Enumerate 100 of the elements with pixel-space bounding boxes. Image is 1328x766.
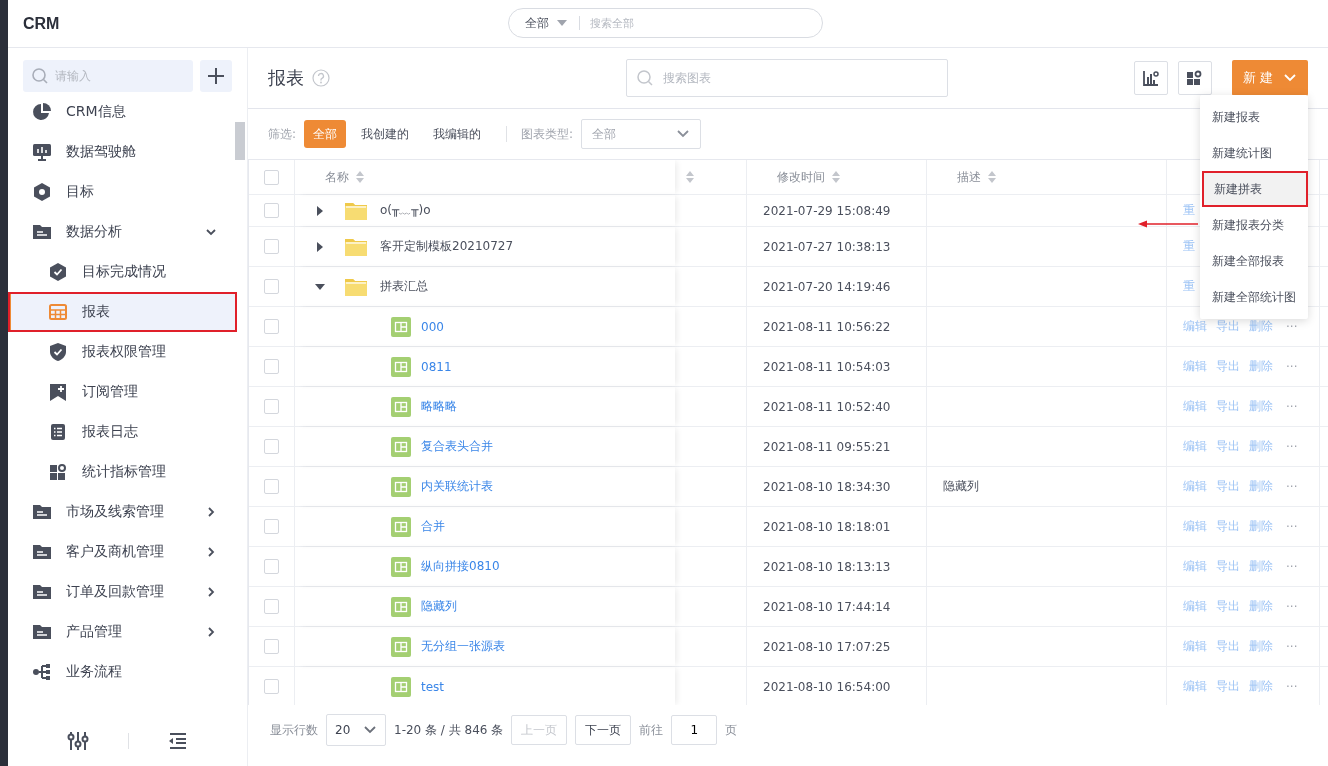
- more-actions[interactable]: ···: [1286, 439, 1298, 454]
- more-actions[interactable]: ···: [1286, 639, 1298, 654]
- action-link[interactable]: 编辑: [1183, 438, 1207, 455]
- nav-item[interactable]: 报表权限管理: [8, 332, 247, 372]
- nav-item[interactable]: 统计指标管理: [8, 452, 247, 492]
- filter-tab[interactable]: 我创建的: [352, 120, 419, 148]
- more-actions[interactable]: ···: [1286, 479, 1298, 494]
- nav-item[interactable]: CRM信息: [8, 92, 247, 132]
- filter-tab[interactable]: 我编辑的: [424, 120, 491, 148]
- page-input[interactable]: 1: [671, 715, 718, 745]
- nav-item[interactable]: 业务流程: [8, 652, 247, 692]
- action-link[interactable]: 删除: [1249, 318, 1273, 335]
- next-page-button[interactable]: 下一页: [575, 715, 632, 745]
- menu-item[interactable]: 新建全部报表: [1200, 243, 1308, 279]
- report-link[interactable]: 复合表头合并: [421, 438, 493, 455]
- nav-item[interactable]: 目标: [8, 172, 247, 212]
- action-link[interactable]: 删除: [1249, 438, 1273, 455]
- report-link[interactable]: 000: [421, 319, 444, 334]
- nav-item[interactable]: 产品管理: [8, 612, 247, 652]
- nav-item[interactable]: 数据驾驶舱: [8, 132, 247, 172]
- action-link[interactable]: 编辑: [1183, 358, 1207, 375]
- action-link[interactable]: 删除: [1249, 518, 1273, 535]
- action-link[interactable]: 编辑: [1183, 318, 1207, 335]
- column-header[interactable]: 名称: [325, 168, 349, 186]
- chart-settings-button[interactable]: [1134, 61, 1168, 95]
- nav-item[interactable]: 订阅管理: [8, 372, 247, 412]
- action-link[interactable]: 导出: [1216, 318, 1240, 335]
- action-link[interactable]: 导出: [1216, 558, 1240, 575]
- sort-icon[interactable]: [831, 170, 841, 184]
- scope-dropdown[interactable]: 全部: [525, 14, 567, 32]
- row-checkbox[interactable]: [264, 203, 279, 218]
- action-link[interactable]: 导出: [1216, 358, 1240, 375]
- action-link[interactable]: 删除: [1249, 478, 1273, 495]
- sort-icon[interactable]: [685, 170, 695, 184]
- action-link[interactable]: 重: [1183, 278, 1195, 295]
- nav-item[interactable]: 报表: [8, 292, 237, 332]
- more-actions[interactable]: ···: [1286, 679, 1298, 694]
- caret-right-icon[interactable]: [315, 205, 325, 216]
- report-link[interactable]: 内关联统计表: [421, 478, 493, 495]
- action-link[interactable]: 删除: [1249, 638, 1273, 655]
- action-link[interactable]: 导出: [1216, 678, 1240, 695]
- action-link[interactable]: 编辑: [1183, 678, 1207, 695]
- nav-item[interactable]: 报表日志: [8, 412, 247, 452]
- report-link[interactable]: 无分组一张源表: [421, 638, 505, 655]
- more-actions[interactable]: ···: [1286, 519, 1298, 534]
- action-link[interactable]: 编辑: [1183, 638, 1207, 655]
- nav-item[interactable]: 目标完成情况: [8, 252, 247, 292]
- action-link[interactable]: 导出: [1216, 478, 1240, 495]
- action-link[interactable]: 导出: [1216, 518, 1240, 535]
- action-link[interactable]: 导出: [1216, 438, 1240, 455]
- caret-right-icon[interactable]: [315, 241, 325, 252]
- filter-tab[interactable]: 全部: [304, 120, 347, 148]
- menu-item[interactable]: 新建报表分类: [1200, 207, 1308, 243]
- collapse-menu-icon[interactable]: [167, 732, 188, 750]
- row-checkbox[interactable]: [264, 479, 279, 494]
- action-link[interactable]: 导出: [1216, 598, 1240, 615]
- action-link[interactable]: 删除: [1249, 678, 1273, 695]
- report-link[interactable]: 略略略: [421, 398, 457, 415]
- column-header[interactable]: 描述: [957, 168, 981, 186]
- more-actions[interactable]: ···: [1286, 399, 1298, 414]
- action-link[interactable]: 删除: [1249, 558, 1273, 575]
- nav-item[interactable]: 市场及线索管理: [8, 492, 247, 532]
- page-size-select[interactable]: 20: [326, 714, 386, 746]
- index-settings-button[interactable]: [1178, 61, 1212, 95]
- sliders-icon[interactable]: [67, 730, 90, 752]
- action-link[interactable]: 删除: [1249, 398, 1273, 415]
- row-checkbox[interactable]: [264, 319, 279, 334]
- report-link[interactable]: 合并: [421, 518, 445, 535]
- action-link[interactable]: 删除: [1249, 358, 1273, 375]
- menu-item[interactable]: 新建拼表: [1202, 171, 1308, 207]
- nav-item[interactable]: 客户及商机管理: [8, 532, 247, 572]
- action-link[interactable]: 导出: [1216, 638, 1240, 655]
- row-checkbox[interactable]: [264, 359, 279, 374]
- row-checkbox[interactable]: [264, 279, 279, 294]
- row-checkbox[interactable]: [264, 679, 279, 694]
- row-checkbox[interactable]: [264, 599, 279, 614]
- sort-icon[interactable]: [987, 170, 997, 184]
- more-actions[interactable]: ···: [1286, 559, 1298, 574]
- action-link[interactable]: 重: [1183, 202, 1195, 219]
- action-link[interactable]: 编辑: [1183, 598, 1207, 615]
- row-checkbox[interactable]: [264, 639, 279, 654]
- folder-name[interactable]: 拼表汇总: [380, 278, 428, 295]
- column-header[interactable]: 修改时间: [777, 168, 825, 186]
- action-link[interactable]: 编辑: [1183, 478, 1207, 495]
- folder-name[interactable]: o(╥﹏╥)o: [380, 202, 431, 219]
- action-link[interactable]: 编辑: [1183, 518, 1207, 535]
- action-link[interactable]: 导出: [1216, 398, 1240, 415]
- sort-icon[interactable]: [355, 170, 365, 184]
- action-link[interactable]: 编辑: [1183, 558, 1207, 575]
- report-link[interactable]: 隐藏列: [421, 598, 457, 615]
- report-link[interactable]: 纵向拼接0810: [421, 558, 500, 575]
- menu-item[interactable]: 新建报表: [1200, 99, 1308, 135]
- new-button[interactable]: 新 建: [1232, 60, 1308, 96]
- nav-item[interactable]: 数据分析: [8, 212, 247, 252]
- folder-name[interactable]: 客开定制模板20210727: [380, 238, 514, 255]
- caret-down-icon[interactable]: [315, 281, 325, 292]
- action-link[interactable]: 删除: [1249, 598, 1273, 615]
- chart-search-field[interactable]: 搜索图表: [626, 59, 948, 97]
- nav-item[interactable]: 订单及回款管理: [8, 572, 247, 612]
- menu-item[interactable]: 新建全部统计图: [1200, 279, 1308, 315]
